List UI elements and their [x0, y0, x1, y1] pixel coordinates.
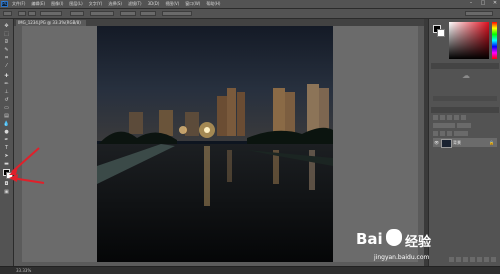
option-add-selection[interactable] [28, 11, 36, 16]
fill-field[interactable] [454, 131, 468, 136]
menu-filter[interactable]: 滤镜(T) [128, 1, 142, 7]
blend-mode-select[interactable] [433, 123, 455, 128]
marquee-tool-icon[interactable]: ⬚ [3, 31, 10, 37]
window-controls: – □ ✕ [468, 1, 498, 6]
workspace-switcher[interactable] [465, 11, 493, 16]
layers-blend-bar [433, 123, 497, 128]
filter-smart-icon[interactable] [461, 115, 466, 120]
delete-layer-icon[interactable] [491, 257, 496, 262]
lock-position-icon[interactable] [440, 131, 445, 136]
libraries-dropdown[interactable] [433, 96, 497, 101]
lock-pixels-icon[interactable] [433, 131, 438, 136]
watermark-suffix: 经验 [405, 235, 432, 250]
pen-tool-icon[interactable]: ✒ [3, 137, 10, 143]
menu-help[interactable]: 帮助(H) [206, 1, 220, 7]
watermark-url: jingyan.baidu.com [374, 254, 430, 261]
clone-stamp-tool-icon[interactable]: ⊥ [3, 89, 10, 95]
option-width-field[interactable] [120, 11, 136, 16]
eyedropper-tool-icon[interactable]: ⁄ [3, 63, 10, 69]
right-panels: ☁ 👁 背景 🔒 [428, 19, 500, 266]
option-new-selection[interactable] [18, 11, 26, 16]
menu-view[interactable]: 视图(V) [165, 1, 179, 7]
eraser-tool-icon[interactable]: ▭ [3, 105, 10, 111]
adjustment-icon[interactable] [470, 257, 475, 262]
option-feather-field[interactable] [40, 11, 62, 16]
menu-items: 文件(F) 编辑(E) 图像(I) 图层(L) 文字(Y) 选择(S) 滤镜(T… [12, 1, 220, 7]
gradient-tool-icon[interactable]: ▤ [3, 113, 10, 119]
canvas-pasteboard-right [333, 26, 418, 262]
history-brush-tool-icon[interactable]: ↺ [3, 97, 10, 103]
menu-select[interactable]: 选择(S) [108, 1, 122, 7]
brush-tool-icon[interactable]: ✏ [3, 81, 10, 87]
minimize-button[interactable]: – [468, 1, 474, 6]
layer-row[interactable]: 👁 背景 🔒 [433, 138, 497, 148]
document-tab-bar: IMG_1234.JPG @ 33.3%(RGB/8) [14, 19, 424, 26]
libraries-panel-header[interactable] [431, 63, 499, 69]
filter-pixel-icon[interactable] [433, 115, 438, 120]
menu-bar: Ps 文件(F) 编辑(E) 图像(I) 图层(L) 文字(Y) 选择(S) 滤… [0, 0, 500, 9]
healing-brush-tool-icon[interactable]: ✚ [3, 73, 10, 79]
hue-slider[interactable] [492, 22, 497, 59]
red-arrows-annotation [9, 147, 45, 184]
canvas-pasteboard-left [22, 26, 97, 262]
option-refine-edge[interactable] [162, 11, 192, 16]
filter-type-icon[interactable] [447, 115, 452, 120]
dodge-tool-icon[interactable]: ● [3, 129, 10, 135]
layers-filter-bar [433, 115, 497, 120]
group-icon[interactable] [477, 257, 482, 262]
mask-icon[interactable] [463, 257, 468, 262]
crop-tool-icon[interactable]: ⌗ [3, 55, 10, 61]
night-river-image [97, 26, 333, 262]
paw-icon [386, 229, 402, 246]
layer-name: 背景 [453, 140, 461, 145]
maximize-button[interactable]: □ [480, 1, 486, 6]
menu-image[interactable]: 图像(I) [51, 1, 63, 7]
option-antialias[interactable] [70, 11, 84, 16]
opacity-field[interactable] [457, 123, 471, 128]
option-height-field[interactable] [140, 11, 156, 16]
cloud-icon: ☁ [462, 71, 470, 80]
layers-lock-bar [433, 131, 497, 136]
color-picker-field[interactable] [449, 22, 489, 59]
layer-thumbnail [441, 139, 452, 148]
photoshop-logo: Ps [1, 1, 8, 7]
close-button[interactable]: ✕ [492, 1, 498, 6]
lock-icon: 🔒 [489, 140, 494, 145]
menu-layer[interactable]: 图层(L) [69, 1, 82, 7]
move-tool-icon[interactable]: ✥ [3, 23, 10, 29]
new-layer-icon[interactable] [484, 257, 489, 262]
eye-icon[interactable]: 👁 [434, 140, 439, 145]
option-style-select[interactable] [90, 11, 114, 16]
fx-icon[interactable] [456, 257, 461, 262]
menu-3d[interactable]: 3D(D) [148, 1, 160, 7]
blur-tool-icon[interactable]: 💧 [3, 121, 10, 127]
filter-adjustment-icon[interactable] [440, 115, 445, 120]
lasso-tool-icon[interactable]: ᘐ [3, 39, 10, 45]
layers-panel-header[interactable] [431, 107, 499, 113]
filter-shape-icon[interactable] [454, 115, 459, 120]
menu-file[interactable]: 文件(F) [12, 1, 25, 7]
watermark-brand: Bai [356, 230, 383, 248]
menu-edit[interactable]: 编辑(E) [31, 1, 45, 7]
night-city-photo[interactable] [97, 26, 333, 262]
layers-footer [449, 257, 497, 262]
menu-window[interactable]: 窗口(W) [185, 1, 200, 7]
lock-all-icon[interactable] [447, 131, 452, 136]
menu-type[interactable]: 文字(Y) [89, 1, 103, 7]
quick-select-tool-icon[interactable]: ✎ [3, 47, 10, 53]
link-layers-icon[interactable] [449, 257, 454, 262]
tools-panel: ✥ ⬚ ᘐ ✎ ⌗ ⁄ ✚ ✏ ⊥ ↺ ▭ ▤ 💧 ● ✒ T ➤ ▬ ◘ ▣ [0, 19, 14, 266]
tool-preset-picker[interactable] [3, 11, 12, 16]
panel-background-swatch[interactable] [437, 29, 445, 37]
zoom-level[interactable]: 33.33% [16, 268, 31, 273]
options-bar [0, 9, 500, 19]
